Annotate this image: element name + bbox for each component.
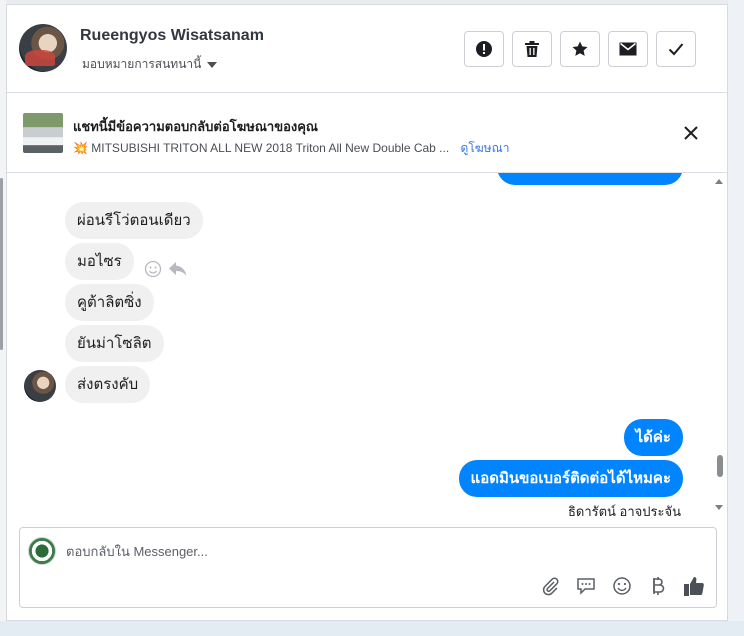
reply-input[interactable] (66, 540, 566, 562)
outgoing-message[interactable]: ได้ค่ะ (623, 419, 683, 456)
mark-spam-button[interactable] (464, 31, 504, 67)
delete-button[interactable] (512, 31, 552, 67)
speech-bubble-icon (577, 578, 595, 595)
payment-button[interactable] (646, 574, 670, 598)
attach-button[interactable] (538, 574, 562, 598)
incoming-message[interactable]: ส่งตรงคับ (65, 366, 151, 403)
outgoing-message[interactable]: แอดมินขอเบอร์ติดต่อได้ไหมคะ (458, 460, 683, 497)
paperclip-icon (542, 577, 559, 596)
like-button[interactable] (682, 574, 706, 598)
ad-banner-title: แชทนี้มีข้อความตอบกลับต่อโฆษณาของคุณ (73, 119, 318, 134)
composer-tools (538, 574, 706, 598)
reply-composer (19, 527, 717, 608)
sender-avatar[interactable] (24, 370, 56, 402)
baht-icon (653, 577, 665, 595)
view-ad-link[interactable]: ดูโฆษณา (461, 141, 510, 155)
incoming-message[interactable]: คูต้าลิตซิ่ง (65, 284, 154, 321)
scroll-up-arrow-icon[interactable] (715, 179, 723, 184)
ad-reply-banner: แชทนี้มีข้อความตอบกลับต่อโฆษณาของคุณ 💥 M… (7, 93, 727, 173)
check-icon (668, 43, 684, 56)
close-banner-button[interactable] (679, 121, 703, 145)
ad-name: 💥 MITSUBISHI TRITON ALL NEW 2018 Triton … (73, 141, 450, 155)
incoming-message[interactable]: ยันม่าโซลิต (65, 325, 164, 362)
outgoing-bubble-partial (497, 173, 683, 185)
mark-done-button[interactable] (656, 31, 696, 67)
incoming-message[interactable]: มอไซร (65, 243, 134, 280)
emoji-button[interactable] (610, 574, 634, 598)
alert-icon (476, 41, 492, 57)
conversation-panel: Rueengyos Wisatsanam มอบหมายการสนทนานี้ (6, 4, 728, 621)
left-scrollbar-thumb[interactable] (0, 178, 3, 350)
assign-label: มอบหมายการสนทนานี้ (82, 57, 202, 71)
star-button[interactable] (560, 31, 600, 67)
caret-down-icon (207, 61, 218, 68)
trash-icon (525, 41, 539, 57)
user-avatar[interactable] (19, 24, 67, 72)
message-hover-tools (144, 260, 188, 278)
bottom-edge (0, 621, 744, 636)
conversation-header: Rueengyos Wisatsanam มอบหมายการสนทนานี้ (7, 5, 727, 93)
page-avatar (28, 537, 56, 565)
ad-thumbnail[interactable] (23, 113, 63, 153)
emoji-reaction-icon[interactable] (144, 260, 162, 278)
assign-conversation-dropdown[interactable]: มอบหมายการสนทนานี้ (82, 55, 218, 74)
thread-scrollbar-thumb[interactable] (717, 455, 723, 477)
star-icon (572, 41, 588, 56)
smiley-icon (613, 577, 631, 595)
header-actions (464, 31, 696, 67)
message-thread[interactable]: ผ่อนรีโว่ตอนเดียว มอไซร คูต้าลิตซิ่ง ยัน… (7, 173, 727, 518)
close-icon (684, 126, 698, 140)
ad-banner-subtitle: 💥 MITSUBISHI TRITON ALL NEW 2018 Triton … (73, 139, 509, 158)
sent-by-label: ธิดารัตน์ อาจประจัน (567, 504, 681, 518)
user-name[interactable]: Rueengyos Wisatsanam (80, 27, 264, 45)
reply-icon[interactable] (168, 260, 188, 278)
thumbs-up-icon (684, 577, 704, 596)
right-edge (728, 0, 744, 636)
incoming-message[interactable]: ผ่อนรีโว่ตอนเดียว (65, 202, 203, 239)
scroll-down-arrow-icon[interactable] (715, 505, 723, 510)
saved-replies-button[interactable] (574, 574, 598, 598)
mark-unread-button[interactable] (608, 31, 648, 67)
envelope-icon (619, 42, 637, 56)
